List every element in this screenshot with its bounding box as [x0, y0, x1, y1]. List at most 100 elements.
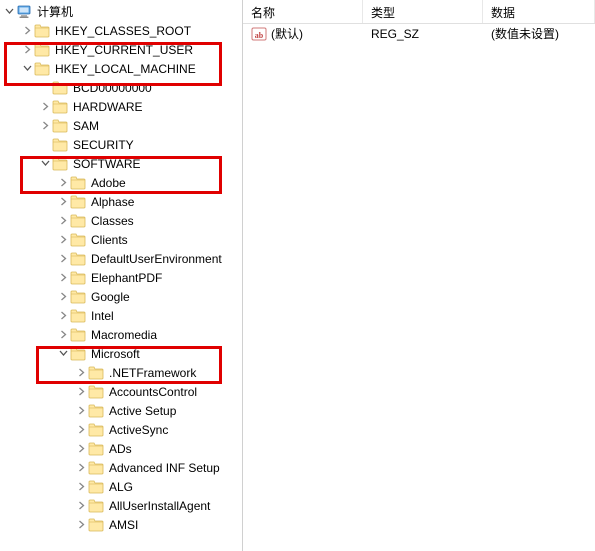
tree-node-label: .NETFramework [107, 365, 198, 381]
tree-node[interactable]: DefaultUserEnvironment [0, 249, 242, 268]
folder-icon [52, 99, 68, 115]
chevron-right-icon[interactable] [20, 43, 34, 57]
tree-node-label: Microsoft [89, 346, 142, 362]
col-type[interactable]: 类型 [363, 0, 483, 23]
chevron-down-icon[interactable] [56, 347, 70, 361]
folder-icon [70, 194, 86, 210]
chevron-right-icon[interactable] [56, 252, 70, 266]
tree-node-label: BCD00000000 [71, 80, 154, 96]
tree-node-label: ActiveSync [107, 422, 170, 438]
tree-node[interactable]: Alphase [0, 192, 242, 211]
tree-node-label: SOFTWARE [71, 156, 143, 172]
tree-node-label: Active Setup [107, 403, 178, 419]
chevron-right-icon[interactable] [38, 100, 52, 114]
registry-tree-panel[interactable]: 计算机HKEY_CLASSES_ROOT HKEY_CURRENT_USER HKE… [0, 0, 243, 551]
tree-node[interactable]: AccountsControl [0, 382, 242, 401]
value-row[interactable]: ab(默认)REG_SZ(数值未设置) [243, 24, 595, 43]
folder-icon [34, 42, 50, 58]
tree-node[interactable]: ADs [0, 439, 242, 458]
tree-node[interactable]: Macromedia [0, 325, 242, 344]
tree-node[interactable]: Adobe [0, 173, 242, 192]
tree-node[interactable]: BCD00000000 [0, 78, 242, 97]
tree-node[interactable]: Google [0, 287, 242, 306]
svg-text:ab: ab [255, 31, 264, 40]
folder-icon [52, 118, 68, 134]
tree-node[interactable]: Intel [0, 306, 242, 325]
chevron-right-icon[interactable] [74, 518, 88, 532]
folder-icon [88, 384, 104, 400]
tree-node-label: AllUserInstallAgent [107, 498, 212, 514]
chevron-right-icon[interactable] [56, 328, 70, 342]
tree-node[interactable]: AMSI [0, 515, 242, 534]
tree-node-label: HARDWARE [71, 99, 145, 115]
tree-node-label: Adobe [89, 175, 128, 191]
chevron-right-icon[interactable] [56, 271, 70, 285]
tree-node[interactable]: Classes [0, 211, 242, 230]
folder-icon [52, 80, 68, 96]
tree-node-label: Advanced INF Setup [107, 460, 222, 476]
tree-node-label: SAM [71, 118, 101, 134]
tree-node-label: Macromedia [89, 327, 159, 343]
tree-node[interactable]: AllUserInstallAgent [0, 496, 242, 515]
col-name[interactable]: 名称 [243, 0, 363, 23]
tree-node[interactable]: SECURITY [0, 135, 242, 154]
tree-node-label: AMSI [107, 517, 140, 533]
tree-node[interactable]: Active Setup [0, 401, 242, 420]
chevron-down-icon[interactable] [2, 5, 16, 19]
chevron-right-icon[interactable] [74, 423, 88, 437]
folder-icon [88, 403, 104, 419]
value-type: REG_SZ [363, 27, 483, 41]
chevron-right-icon[interactable] [38, 119, 52, 133]
tree-node[interactable]: ElephantPDF [0, 268, 242, 287]
tree-node[interactable]: ALG [0, 477, 242, 496]
tree-node[interactable]: SAM [0, 116, 242, 135]
folder-icon [70, 289, 86, 305]
folder-icon [70, 175, 86, 191]
tree-node[interactable]: HKEY_LOCAL_MACHINE [0, 59, 242, 78]
folder-icon [70, 251, 86, 267]
chevron-right-icon[interactable] [56, 176, 70, 190]
folder-icon [34, 23, 50, 39]
folder-icon [88, 517, 104, 533]
chevron-right-icon[interactable] [56, 290, 70, 304]
computer-icon [16, 4, 32, 20]
tree-node[interactable]: SOFTWARE [0, 154, 242, 173]
chevron-right-icon[interactable] [74, 385, 88, 399]
chevron-right-icon[interactable] [56, 309, 70, 323]
chevron-right-icon[interactable] [74, 499, 88, 513]
chevron-down-icon[interactable] [20, 62, 34, 76]
folder-icon [70, 270, 86, 286]
chevron-right-icon[interactable] [74, 404, 88, 418]
tree-node-label: AccountsControl [107, 384, 199, 400]
tree-node[interactable]: ActiveSync [0, 420, 242, 439]
tree-node[interactable]: 计算机 [0, 2, 242, 21]
chevron-right-icon[interactable] [56, 195, 70, 209]
tree-node[interactable]: Advanced INF Setup [0, 458, 242, 477]
tree-node[interactable]: HKEY_CLASSES_ROOT [0, 21, 242, 40]
chevron-right-icon[interactable] [56, 233, 70, 247]
chevron-right-icon[interactable] [74, 480, 88, 494]
chevron-right-icon[interactable] [74, 461, 88, 475]
tree-node-label: ADs [107, 441, 134, 457]
folder-icon [52, 137, 68, 153]
tree-node[interactable]: HARDWARE [0, 97, 242, 116]
tree-node[interactable]: Microsoft [0, 344, 242, 363]
tree-node-label: Clients [89, 232, 130, 248]
chevron-right-icon[interactable] [56, 214, 70, 228]
folder-icon [88, 498, 104, 514]
tree-node-label: Classes [89, 213, 136, 229]
tree-node[interactable]: .NETFramework [0, 363, 242, 382]
chevron-right-icon[interactable] [20, 24, 34, 38]
col-data[interactable]: 数据 [483, 0, 595, 23]
chevron-right-icon[interactable] [74, 442, 88, 456]
folder-icon [88, 460, 104, 476]
tree-node-label: HKEY_CURRENT_USER [53, 42, 195, 58]
tree-node-label: HKEY_LOCAL_MACHINE [53, 61, 198, 77]
folder-icon [70, 346, 86, 362]
registry-values-panel[interactable]: 名称 类型 数据 ab(默认)REG_SZ(数值未设置) [243, 0, 595, 551]
tree-node[interactable]: HKEY_CURRENT_USER [0, 40, 242, 59]
tree-node[interactable]: Clients [0, 230, 242, 249]
folder-icon [88, 422, 104, 438]
chevron-right-icon[interactable] [74, 366, 88, 380]
chevron-down-icon[interactable] [38, 157, 52, 171]
